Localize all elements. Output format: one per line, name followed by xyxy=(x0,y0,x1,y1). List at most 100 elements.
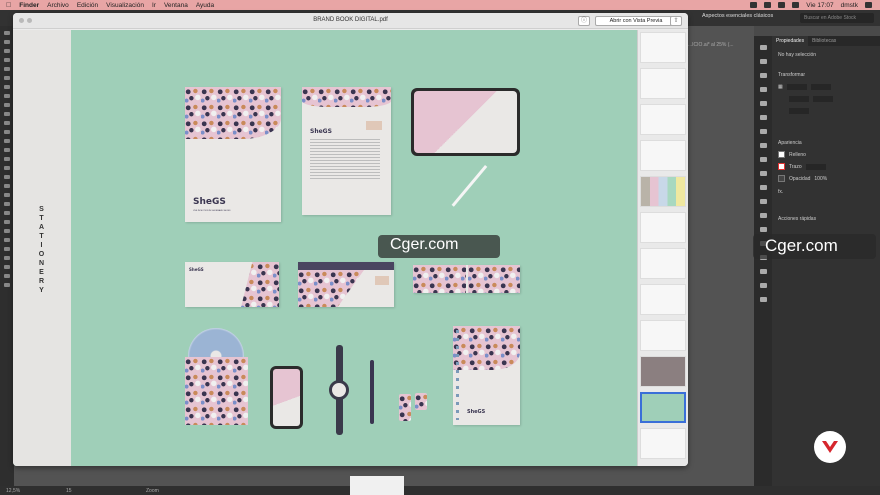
color-guide-panel-icon[interactable] xyxy=(759,59,767,64)
symbols-panel-icon[interactable] xyxy=(759,101,767,106)
shape-builder-tool-icon[interactable] xyxy=(4,184,10,188)
eraser-tool-icon[interactable] xyxy=(4,139,10,143)
thumbnail-page-8[interactable] xyxy=(640,284,686,315)
stroke-swatch[interactable] xyxy=(778,163,785,170)
perspective-grid-tool-icon[interactable] xyxy=(4,193,10,197)
line-tool-icon[interactable] xyxy=(4,94,10,98)
y-field[interactable] xyxy=(789,96,809,102)
scale-tool-icon[interactable] xyxy=(4,157,10,161)
thumbnail-page-11-selected[interactable] xyxy=(640,392,686,423)
graph-tool-icon[interactable] xyxy=(4,247,10,251)
document-tab[interactable]: ...ICIO.ai* al 25% (... xyxy=(688,42,734,48)
lasso-tool-icon[interactable] xyxy=(4,58,10,62)
paragraph-panel-icon[interactable] xyxy=(759,283,767,288)
transparency-panel-icon[interactable] xyxy=(759,157,767,162)
menubar-user[interactable]: dmstk xyxy=(841,2,858,9)
menu-ir[interactable]: Ir xyxy=(152,2,156,9)
free-transform-tool-icon[interactable] xyxy=(4,175,10,179)
share-icon[interactable]: ⇧ xyxy=(670,16,682,26)
width-field[interactable] xyxy=(810,84,831,90)
magic-wand-tool-icon[interactable] xyxy=(4,49,10,53)
appearance-panel-icon[interactable] xyxy=(759,171,767,176)
thumbnail-page-5[interactable] xyxy=(640,176,686,207)
x-field[interactable] xyxy=(786,84,807,90)
artboard-tool-icon[interactable] xyxy=(4,256,10,260)
creative-cloud-icon[interactable] xyxy=(750,2,758,8)
effects-fx-button[interactable]: fx. xyxy=(778,189,783,195)
color-panel-icon[interactable] xyxy=(759,45,767,50)
graphic-styles-panel-icon[interactable] xyxy=(759,115,767,120)
zoom-level[interactable]: 12,5% xyxy=(6,488,20,494)
fill-label: Relleno xyxy=(789,151,806,158)
reference-point-icon[interactable]: ▦ xyxy=(778,84,783,90)
height-field[interactable] xyxy=(813,96,833,102)
type-tool-icon[interactable] xyxy=(4,85,10,89)
thumbnail-page-3[interactable] xyxy=(640,104,686,135)
thumbnail-page-9[interactable] xyxy=(640,320,686,351)
gradient-tool-icon[interactable] xyxy=(4,211,10,215)
apple-icon[interactable]:  xyxy=(6,2,11,9)
fill-swatch[interactable] xyxy=(778,151,785,158)
thumbnail-page-12[interactable] xyxy=(640,428,686,459)
rotate-tool-icon[interactable] xyxy=(4,148,10,152)
blend-tool-icon[interactable] xyxy=(4,229,10,233)
usb-drive-mockup xyxy=(399,394,411,421)
wifi-icon[interactable] xyxy=(778,2,786,8)
adobe-stock-search[interactable]: Buscar en Adobe Stock xyxy=(800,13,874,23)
artboards-panel-icon[interactable] xyxy=(759,199,767,204)
links-panel-icon[interactable] xyxy=(759,213,767,218)
paintbrush-tool-icon[interactable] xyxy=(4,112,10,116)
tab-bibliotecas[interactable]: Bibliotecas xyxy=(808,36,840,46)
zoom-tool-icon[interactable] xyxy=(4,283,10,287)
align-panel-icon[interactable] xyxy=(759,227,767,232)
thumbnail-page-1[interactable] xyxy=(640,32,686,63)
angle-field[interactable] xyxy=(789,108,809,114)
tab-propiedades[interactable]: Propiedades xyxy=(772,36,809,46)
character-panel-icon[interactable] xyxy=(759,269,767,274)
swatches-panel-icon[interactable] xyxy=(759,73,767,78)
volume-icon[interactable] xyxy=(792,2,800,8)
open-with-preview-button[interactable]: Abrir con Vista Previa xyxy=(595,16,677,26)
menu-ayuda[interactable]: Ayuda xyxy=(196,2,214,9)
notebook-spiral xyxy=(456,330,459,420)
workspace-switcher[interactable]: Aspectos esenciales clásicos xyxy=(702,13,773,19)
thumbnail-page-2[interactable] xyxy=(640,68,686,99)
selection-tool-icon[interactable] xyxy=(4,31,10,35)
slice-tool-icon[interactable] xyxy=(4,265,10,269)
stroke-label[interactable]: Trazo xyxy=(789,164,802,170)
width-tool-icon[interactable] xyxy=(4,166,10,170)
spotlight-icon[interactable] xyxy=(865,2,872,8)
stroke-weight-field[interactable] xyxy=(805,163,826,170)
mesh-tool-icon[interactable] xyxy=(4,202,10,206)
menu-ventana[interactable]: Ventana xyxy=(164,2,188,9)
menu-visualizacion[interactable]: Visualización xyxy=(106,2,144,9)
thumbnail-page-6[interactable] xyxy=(640,212,686,243)
thumbnail-page-7[interactable] xyxy=(640,248,686,279)
opentype-panel-icon[interactable] xyxy=(759,297,767,302)
stroke-panel-icon[interactable] xyxy=(759,129,767,134)
menu-edicion[interactable]: Edición xyxy=(77,2,98,9)
info-button[interactable]: ⓘ xyxy=(578,16,590,26)
thumbnail-page-10[interactable] xyxy=(640,356,686,387)
thumbnail-page-4[interactable] xyxy=(640,140,686,171)
opacity-value[interactable]: 100% xyxy=(814,176,827,182)
direct-selection-tool-icon[interactable] xyxy=(4,40,10,44)
curvature-tool-icon[interactable] xyxy=(4,76,10,80)
layers-panel-icon[interactable] xyxy=(759,185,767,190)
brushes-panel-icon[interactable] xyxy=(759,87,767,92)
opacity-label[interactable]: Opacidad xyxy=(789,176,810,182)
pencil-tool-icon[interactable] xyxy=(4,121,10,125)
artboard-number[interactable]: 15 xyxy=(66,488,72,494)
opacity-swatch[interactable] xyxy=(778,175,785,182)
menu-archivo[interactable]: Archivo xyxy=(47,2,69,9)
pen-tool-icon[interactable] xyxy=(4,67,10,71)
menu-finder[interactable]: Finder xyxy=(19,2,39,9)
shaper-tool-icon[interactable] xyxy=(4,130,10,134)
symbol-sprayer-tool-icon[interactable] xyxy=(4,238,10,242)
gradient-panel-icon[interactable] xyxy=(759,143,767,148)
menubar-clock[interactable]: Vie 17:07 xyxy=(806,2,833,9)
battery-icon[interactable] xyxy=(764,2,772,8)
rectangle-tool-icon[interactable] xyxy=(4,103,10,107)
eyedropper-tool-icon[interactable] xyxy=(4,220,10,224)
hand-tool-icon[interactable] xyxy=(4,274,10,278)
